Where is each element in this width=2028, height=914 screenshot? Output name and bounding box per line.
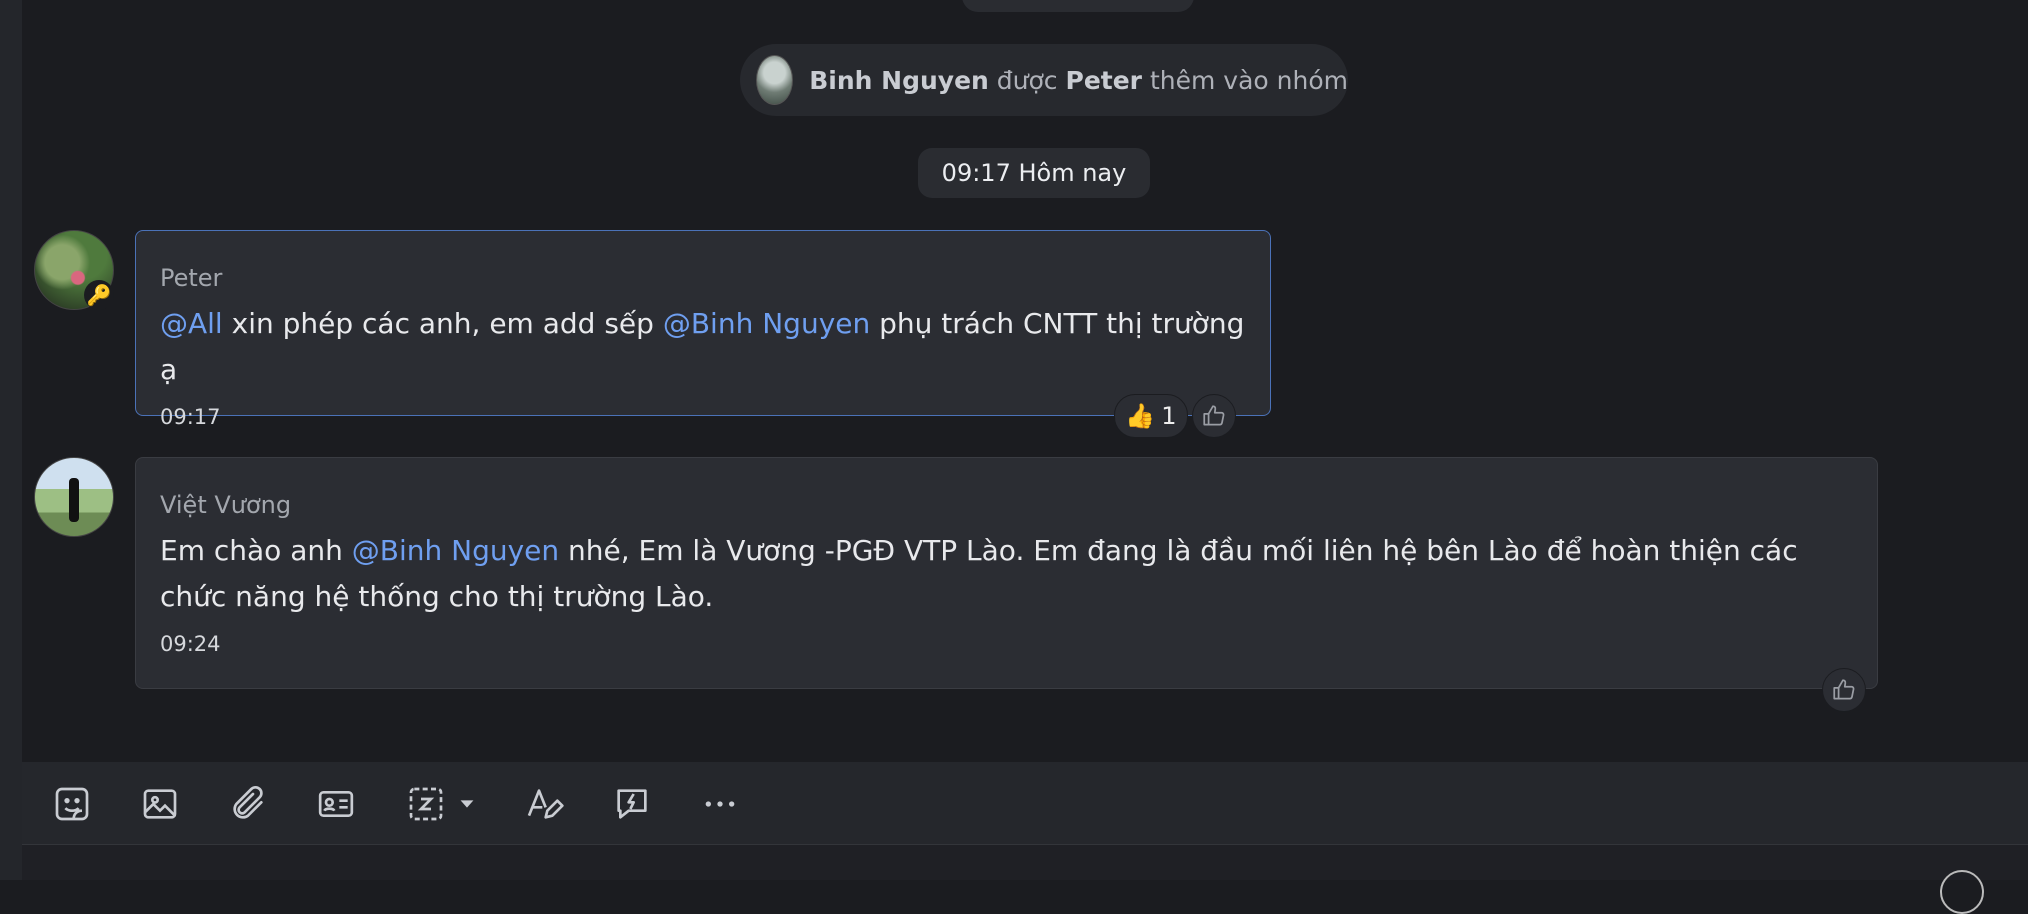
- format-text-icon: [527, 789, 564, 819]
- composer-toolbar: [22, 762, 2028, 845]
- like-button[interactable]: [1822, 668, 1866, 712]
- more-button[interactable]: [696, 780, 744, 828]
- quick-message-icon: [617, 789, 647, 819]
- contact-card-button[interactable]: [312, 780, 360, 828]
- mention-user[interactable]: @Binh Nguyen: [352, 534, 559, 567]
- message-input[interactable]: [22, 845, 2028, 880]
- image-icon: [143, 789, 177, 819]
- system-message-text: Binh Nguyen được Peter thêm vào nhóm: [809, 66, 1348, 95]
- message-time: 09:24: [160, 632, 221, 656]
- mention-all[interactable]: @All: [160, 307, 223, 340]
- thumbs-up-outline-icon: [1203, 405, 1225, 426]
- emoji-sticker-icon: [55, 787, 89, 821]
- system-suffix: thêm vào nhóm: [1149, 65, 1348, 95]
- format-text-button[interactable]: [520, 780, 568, 828]
- left-sidebar-edge: [0, 0, 22, 880]
- message-text-part: Em chào anh: [160, 534, 352, 567]
- quick-message-button[interactable]: [608, 780, 656, 828]
- attach-button[interactable]: [224, 780, 272, 828]
- message-text: @All xin phép các anh, em add sếp @Binh …: [160, 301, 1246, 393]
- message-text-part: xin phép các anh, em add sếp: [222, 307, 663, 340]
- reaction-badge[interactable]: 👍 1: [1114, 394, 1188, 438]
- message-bubble[interactable]: Việt Vương Em chào anh @Binh Nguyen nhé,…: [135, 457, 1878, 689]
- more-icon: [705, 801, 735, 807]
- screenshot-icon: [409, 787, 443, 821]
- contact-card-icon: [318, 791, 354, 817]
- like-button[interactable]: [1192, 394, 1236, 438]
- send-icon[interactable]: [1940, 870, 1984, 914]
- screenshot-button[interactable]: [402, 780, 450, 828]
- attach-icon: [233, 786, 263, 819]
- message-bubble[interactable]: Peter @All xin phép các anh, em add sếp …: [135, 230, 1271, 429]
- previous-pill: [962, 0, 1194, 12]
- time-divider: 09:17 Hôm nay: [918, 148, 1150, 198]
- key-icon: 🔑: [84, 280, 114, 310]
- thumbs-up-emoji: 👍: [1125, 402, 1156, 430]
- message-time: 09:17: [160, 405, 221, 429]
- thumbs-up-outline-icon: [1833, 679, 1855, 700]
- adder-name[interactable]: Peter: [1066, 66, 1143, 95]
- mention-user[interactable]: @Binh Nguyen: [663, 307, 870, 340]
- image-button[interactable]: [136, 780, 184, 828]
- message-text: Em chào anh @Binh Nguyen nhé, Em là Vươn…: [160, 528, 1853, 620]
- system-message: Binh Nguyen được Peter thêm vào nhóm: [740, 44, 1348, 116]
- dropdown-icon: [460, 800, 474, 808]
- screenshot-dropdown[interactable]: [452, 780, 482, 828]
- sender-name[interactable]: Việt Vương: [160, 490, 1853, 520]
- avatar[interactable]: [34, 457, 114, 537]
- emoji-sticker-button[interactable]: [48, 780, 96, 828]
- reaction-count: 1: [1161, 402, 1177, 430]
- system-verb: được: [996, 65, 1058, 95]
- avatar[interactable]: [756, 55, 794, 105]
- sender-name[interactable]: Peter: [160, 263, 1246, 293]
- added-user-name[interactable]: Binh Nguyen: [809, 66, 989, 95]
